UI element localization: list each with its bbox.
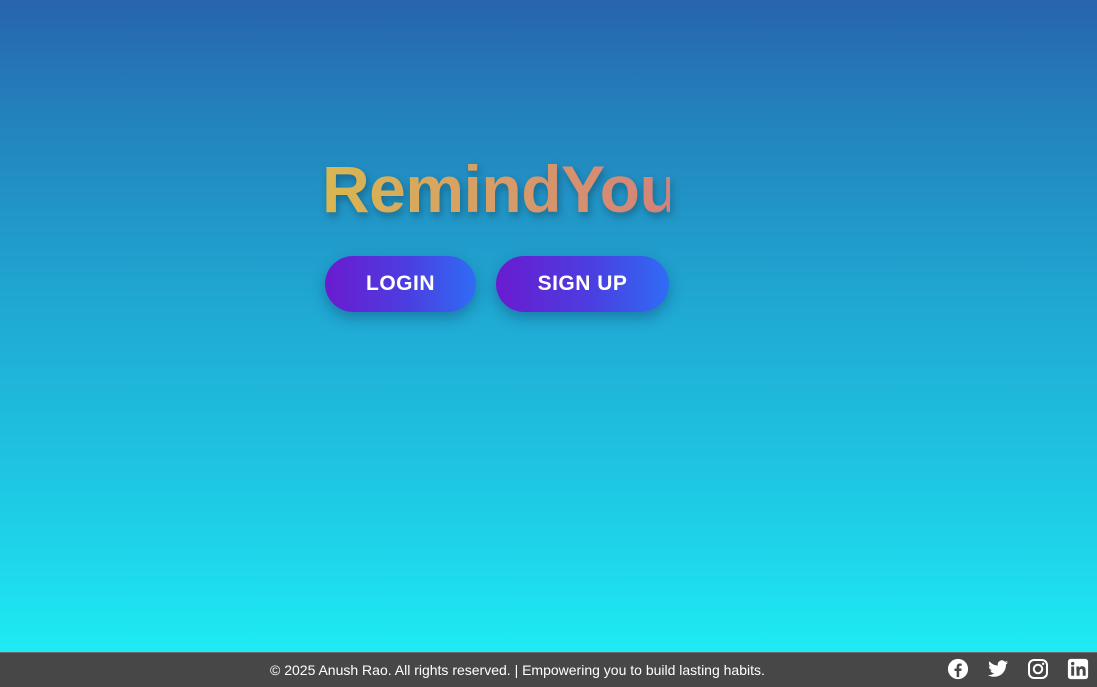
app-title: RemindYou — [322, 152, 680, 226]
footer: © 2025 Anush Rao. All rights reserved. |… — [0, 652, 1097, 687]
signup-button[interactable]: SIGN UP — [496, 256, 669, 312]
twitter-icon[interactable] — [987, 658, 1009, 680]
social-links — [947, 658, 1089, 680]
instagram-icon[interactable] — [1027, 658, 1049, 680]
facebook-icon[interactable] — [947, 658, 969, 680]
footer-copyright: © 2025 Anush Rao. All rights reserved. |… — [270, 662, 765, 678]
auth-button-group: LOGIN SIGN UP — [325, 256, 669, 312]
linkedin-icon[interactable] — [1067, 658, 1089, 680]
login-button[interactable]: LOGIN — [325, 256, 476, 312]
hero-section: RemindYou LOGIN SIGN UP — [322, 150, 680, 312]
